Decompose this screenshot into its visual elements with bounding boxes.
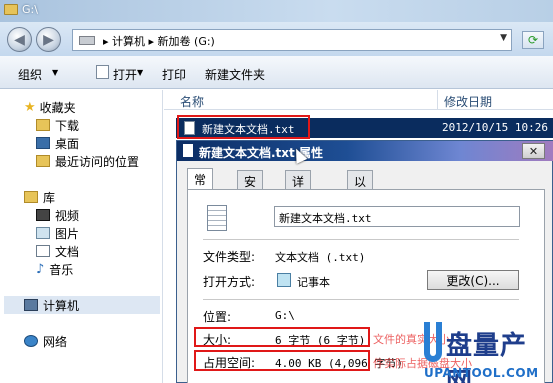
navigation-bar: ◀ ▶ ▸ 计算机 ▸ 新加卷 (G:) ▼ ⟳: [0, 22, 553, 56]
highlight-box-size-on-disk: [194, 350, 370, 371]
file-modified-date: 2012/10/15 10:26: [442, 121, 548, 134]
sidebar-item-documents[interactable]: 文档: [36, 242, 79, 260]
print-button[interactable]: 打印: [162, 66, 186, 83]
text-document-icon: [207, 205, 227, 231]
sidebar-item-label: 文档: [55, 244, 80, 259]
divider: [203, 239, 519, 240]
sidebar-item-label: 收藏夹: [39, 100, 76, 115]
column-header: 名称 修改日期: [164, 90, 553, 110]
column-modified-header[interactable]: 修改日期: [444, 93, 492, 110]
open-icon: [96, 65, 109, 79]
opens-with-label: 打开方式:: [203, 275, 256, 289]
folder-icon: [4, 4, 18, 15]
column-separator[interactable]: [437, 90, 438, 110]
command-toolbar: 组织 ▼ 打开 ▼ 打印 新建文件夹: [0, 56, 553, 89]
site-watermark-logo: 盘量产网 UPANTOOL.COM: [424, 322, 553, 383]
sidebar-item-downloads[interactable]: 下载: [36, 116, 79, 134]
video-icon: [36, 209, 50, 221]
sidebar-item-label: 库: [43, 190, 56, 205]
sidebar-item-label: 桌面: [55, 136, 80, 151]
column-name-header[interactable]: 名称: [180, 93, 204, 110]
sidebar-item-label: 最近访问的位置: [55, 154, 140, 169]
change-button[interactable]: 更改(C)...: [427, 270, 519, 290]
divider: [203, 299, 519, 300]
open-dropdown-icon[interactable]: ▼: [137, 68, 143, 77]
documents-icon: [36, 245, 50, 257]
drive-icon: [79, 36, 95, 45]
location-value: G:\: [275, 309, 295, 322]
window-title: G:\: [22, 3, 38, 16]
filename-field[interactable]: 新建文本文档.txt: [274, 206, 520, 227]
back-button[interactable]: ◀: [7, 27, 32, 52]
sidebar-item-label: 音乐: [49, 262, 74, 277]
close-button[interactable]: ✕: [522, 143, 545, 159]
sidebar-item-network[interactable]: 网络: [24, 332, 67, 350]
watermark-en: UPANTOOL.COM: [424, 366, 539, 380]
dialog-titlebar[interactable]: 新建文本文档.txt 属性 ✕: [177, 141, 553, 161]
sidebar-item-computer[interactable]: 计算机: [24, 296, 79, 314]
forward-button[interactable]: ▶: [36, 27, 61, 52]
desktop-icon: [36, 137, 50, 149]
tab-previous-versions[interactable]: 以前的版本: [347, 170, 374, 257]
sidebar-item-recent[interactable]: 最近访问的位置: [36, 152, 139, 170]
location-label: 位置:: [203, 310, 232, 324]
library-icon: [24, 191, 38, 203]
recent-places-icon: [36, 155, 50, 167]
file-type-label: 文件类型:: [203, 250, 256, 264]
sidebar-item-label: 网络: [43, 334, 68, 349]
sidebar-item-library[interactable]: 库: [24, 188, 55, 206]
highlight-box-size: [194, 327, 370, 347]
sidebar-item-label: 视频: [55, 208, 80, 223]
address-bar[interactable]: ▸ 计算机 ▸ 新加卷 (G:) ▼: [72, 29, 512, 51]
refresh-button[interactable]: ⟳: [522, 31, 544, 49]
opens-with-value: 记事本: [297, 276, 330, 289]
sidebar-item-label: 计算机: [43, 298, 80, 313]
sidebar-item-music[interactable]: ♪ 音乐: [36, 260, 73, 278]
notepad-icon: [277, 273, 291, 287]
tab-security[interactable]: 安全: [237, 170, 264, 206]
u-logo-icon: [424, 322, 442, 362]
sidebar-item-pictures[interactable]: 图片: [36, 224, 79, 242]
navigation-pane: ★ 收藏夹 下载 桌面 最近访问的位置 库 视频 图片 文档 ♪ 音乐 计算机 …: [0, 90, 163, 383]
organize-button[interactable]: 组织: [18, 66, 42, 83]
file-type-value: 文本文档 (.txt): [275, 251, 366, 264]
tab-general[interactable]: 常规: [187, 168, 214, 204]
address-path: ▸ 计算机 ▸ 新加卷 (G:): [103, 35, 215, 48]
tab-details[interactable]: 详细信息: [285, 170, 312, 240]
network-icon: [24, 335, 38, 347]
close-icon: ✕: [528, 144, 539, 158]
sidebar-item-desktop[interactable]: 桌面: [36, 134, 79, 152]
pictures-icon: [36, 227, 50, 239]
sidebar-item-label: 图片: [55, 226, 80, 241]
text-file-icon: [183, 144, 193, 157]
refresh-icon: ⟳: [527, 33, 539, 47]
sidebar-item-label: 下载: [55, 118, 80, 133]
sidebar-item-favorites[interactable]: ★ 收藏夹: [24, 98, 76, 116]
forward-arrow-icon: ▶: [43, 31, 54, 48]
open-button[interactable]: 打开: [113, 66, 137, 83]
star-icon: ★: [24, 99, 36, 115]
sidebar-item-videos[interactable]: 视频: [36, 206, 79, 224]
highlight-box-filename: [177, 115, 310, 139]
music-note-icon: ♪: [36, 261, 45, 277]
computer-icon: [24, 299, 38, 311]
downloads-folder-icon: [36, 119, 50, 131]
back-arrow-icon: ◀: [14, 31, 25, 48]
window-titlebar: G:\: [0, 0, 553, 22]
address-dropdown-icon[interactable]: ▼: [500, 33, 507, 43]
new-folder-button[interactable]: 新建文件夹: [205, 66, 265, 83]
organize-dropdown-icon[interactable]: ▼: [52, 68, 58, 77]
filename-value: 新建文本文档.txt: [279, 212, 372, 225]
